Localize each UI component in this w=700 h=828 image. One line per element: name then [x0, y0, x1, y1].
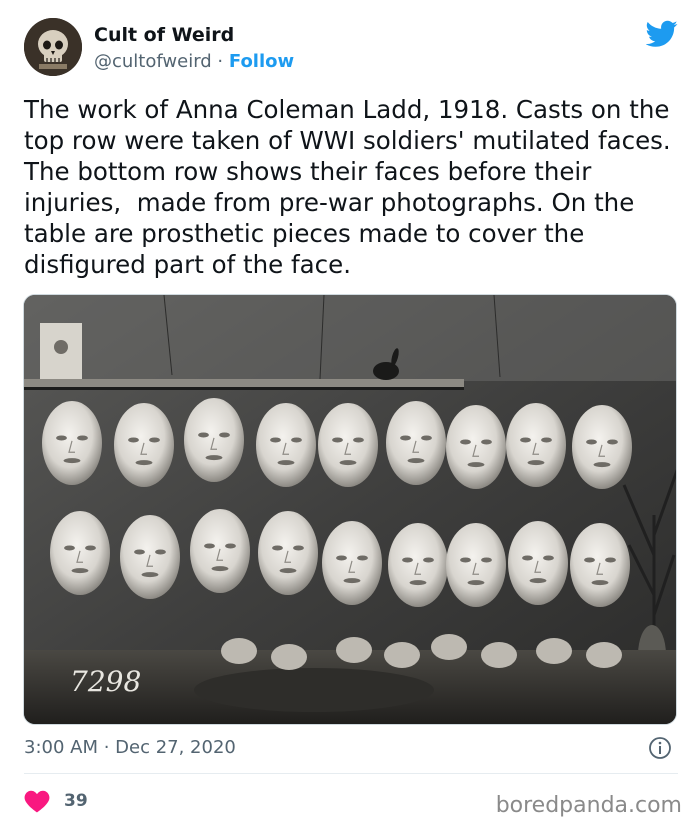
- author-handle[interactable]: @cultofweird: [94, 51, 212, 72]
- mask-bottom-6: [388, 523, 448, 607]
- skull-avatar-icon: [24, 18, 82, 76]
- mask-bottom-8: [508, 521, 568, 605]
- handle-row: @cultofweird · Follow: [94, 51, 294, 72]
- photo-caption-number: 7298: [70, 665, 141, 698]
- like-count: 39: [64, 791, 88, 811]
- mask-top-2: [114, 403, 174, 487]
- mask-bottom-5: [322, 521, 382, 605]
- separator-dot: ·: [211, 51, 229, 72]
- twitter-logo-icon[interactable]: [646, 20, 678, 48]
- masks-photo: 7298: [24, 295, 676, 724]
- mask-top-7: [446, 405, 506, 489]
- mask-top-8: [506, 403, 566, 487]
- mask-top-1: [42, 401, 102, 485]
- watermark-text: boredpanda.com: [495, 793, 682, 818]
- prosthetic-piece-1: [221, 638, 257, 664]
- tweet-photo[interactable]: 7298: [23, 294, 677, 725]
- tweet-timestamp[interactable]: 3:00 AM · Dec 27, 2020: [24, 737, 236, 758]
- mask-bottom-9: [570, 523, 630, 607]
- mask-bottom-4: [258, 511, 318, 595]
- prosthetic-piece-7: [536, 638, 572, 664]
- author-name[interactable]: Cult of Weird: [94, 24, 234, 46]
- prosthetic-piece-6: [481, 642, 517, 668]
- tweet-text: The work of Anna Coleman Ladd, 1918. Cas…: [24, 95, 679, 279]
- info-icon[interactable]: [648, 736, 672, 760]
- mask-bottom-7: [446, 523, 506, 607]
- like-button[interactable]: 39: [24, 787, 88, 815]
- mask-top-3: [184, 398, 244, 482]
- follow-button[interactable]: Follow: [229, 51, 294, 72]
- mask-top-9: [572, 405, 632, 489]
- avatar[interactable]: [24, 18, 82, 76]
- tweet-header: Cult of Weird @cultofweird · Follow: [24, 18, 680, 80]
- mask-bottom-2: [120, 515, 180, 599]
- mask-top-4: [256, 403, 316, 487]
- mask-bottom-3: [190, 509, 250, 593]
- prosthetic-piece-3: [336, 637, 372, 663]
- mask-top-6: [386, 401, 446, 485]
- heart-icon: [24, 790, 50, 813]
- mask-top-5: [318, 403, 378, 487]
- prosthetic-piece-4: [384, 642, 420, 668]
- tweet-card: Cult of Weird @cultofweird · Follow The …: [0, 0, 700, 828]
- prosthetic-piece-5: [431, 634, 467, 660]
- mask-bottom-1: [50, 511, 110, 595]
- divider: [24, 773, 678, 774]
- prosthetic-piece-8: [586, 642, 622, 668]
- prosthetic-piece-2: [271, 644, 307, 670]
